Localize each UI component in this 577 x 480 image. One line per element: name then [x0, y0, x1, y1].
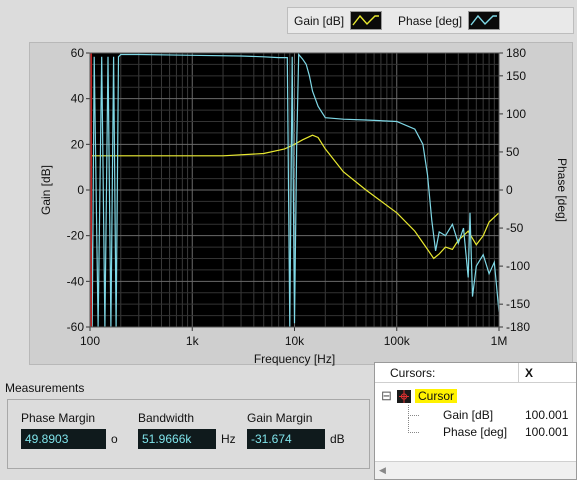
cursor-row[interactable]: ⊟ Cursor: [375, 388, 576, 406]
cursors-header-label: Cursors:: [390, 366, 436, 380]
legend-phase-swatch[interactable]: [468, 11, 501, 30]
gain-margin-label: Gain Margin: [247, 411, 313, 425]
y2-tick-label: 0: [506, 183, 513, 197]
y-tick-label: -40: [67, 274, 85, 288]
column-separator: [518, 363, 519, 382]
y-tick-label: 40: [71, 92, 85, 106]
legend-gain-label: Gain [dB]: [294, 13, 345, 28]
y-axis-label: Gain [dB]: [39, 165, 53, 215]
measurements-box: Phase Margin 49.8903 o Bandwidth 51.9666k…: [7, 399, 370, 469]
cursor-gain-name: Gain [dB]: [443, 408, 494, 422]
gain-margin-group: Gain Margin -31.674 dB: [247, 411, 345, 449]
legend-phase-label: Phase [deg]: [398, 13, 463, 28]
y2-tick-label: 150: [506, 69, 526, 83]
y2-tick-label: -100: [506, 259, 530, 273]
y-tick-label: 20: [71, 137, 85, 151]
bandwidth-value[interactable]: 51.9666k: [138, 429, 216, 449]
phase-margin-label: Phase Margin: [21, 411, 96, 425]
phase-swatch-line-icon: [470, 14, 498, 26]
x-tick-label: 1M: [491, 334, 508, 348]
plot-legend: Gain [dB] Phase [deg]: [287, 7, 574, 34]
horizontal-scrollbar[interactable]: ◀: [375, 461, 576, 479]
y-tick-label: -20: [67, 229, 85, 243]
x-tick-label: 10k: [285, 334, 305, 348]
cursors-x-header: X: [525, 366, 534, 380]
y-tick-label: 60: [71, 46, 85, 60]
cursor-table-header: Cursors: X: [375, 363, 576, 383]
measurements-title: Measurements: [5, 381, 85, 395]
gain-margin-unit: dB: [330, 432, 345, 446]
phase-margin-unit: o: [111, 432, 118, 446]
x-axis-label: Frequency [Hz]: [254, 352, 335, 366]
cursor-phase-row[interactable]: Phase [deg] 100.001: [375, 417, 576, 442]
bandwidth-group: Bandwidth 51.9666k Hz: [138, 411, 236, 449]
bode-plot[interactable]: 100 1k 10k 100k 1M 60 40 20 0 -20 -40 -60 180 150 100 5…: [30, 43, 574, 366]
cursor-gain-x: 100.001: [525, 408, 569, 422]
cursor-phase-name: Phase [deg]: [443, 425, 508, 439]
phase-margin-value[interactable]: 49.8903: [21, 429, 106, 449]
x-tick-label: 1k: [186, 334, 200, 348]
y-tick-label: 0: [77, 183, 84, 197]
cursor-marker-icon: [399, 390, 409, 403]
tree-branch: [408, 405, 419, 416]
cursor-gain-row[interactable]: Gain [dB] 100.001: [375, 405, 576, 425]
cursor-phase-x: 100.001: [525, 425, 569, 439]
x-tick-label: 100: [80, 334, 100, 348]
bandwidth-unit: Hz: [221, 432, 236, 446]
gain-swatch-line-icon: [352, 14, 380, 26]
y2-tick-label: -50: [506, 221, 524, 235]
y2-tick-label: 100: [506, 107, 526, 121]
x-tick-label: 100k: [384, 334, 411, 348]
cursor-legend-panel[interactable]: Cursors: X ⊟ Cursor Gain [dB] 100.001 Ph…: [374, 362, 577, 480]
gain-margin-value[interactable]: -31.674: [247, 429, 325, 449]
cursor-style-icon[interactable]: [397, 390, 411, 403]
y2-axis-label: Phase [deg]: [555, 158, 569, 222]
legend-gain-swatch[interactable]: [350, 11, 383, 30]
y2-tick-label: 180: [506, 46, 526, 60]
phase-margin-group: Phase Margin 49.8903 o: [21, 411, 118, 449]
y2-tick-label: 50: [506, 145, 520, 159]
y2-tick-label: -180: [506, 320, 530, 334]
collapse-tree-icon[interactable]: ⊟: [381, 388, 392, 404]
scroll-left-arrow-icon[interactable]: ◀: [379, 465, 386, 476]
y-tick-label: -60: [67, 320, 85, 334]
bode-plot-panel: 100 1k 10k 100k 1M 60 40 20 0 -20 -40 -60 180 150 100 5…: [29, 42, 574, 366]
y2-tick-label: -150: [506, 297, 530, 311]
tree-branch: [408, 417, 419, 433]
bandwidth-label: Bandwidth: [138, 411, 195, 425]
cursor-name[interactable]: Cursor: [415, 389, 458, 403]
